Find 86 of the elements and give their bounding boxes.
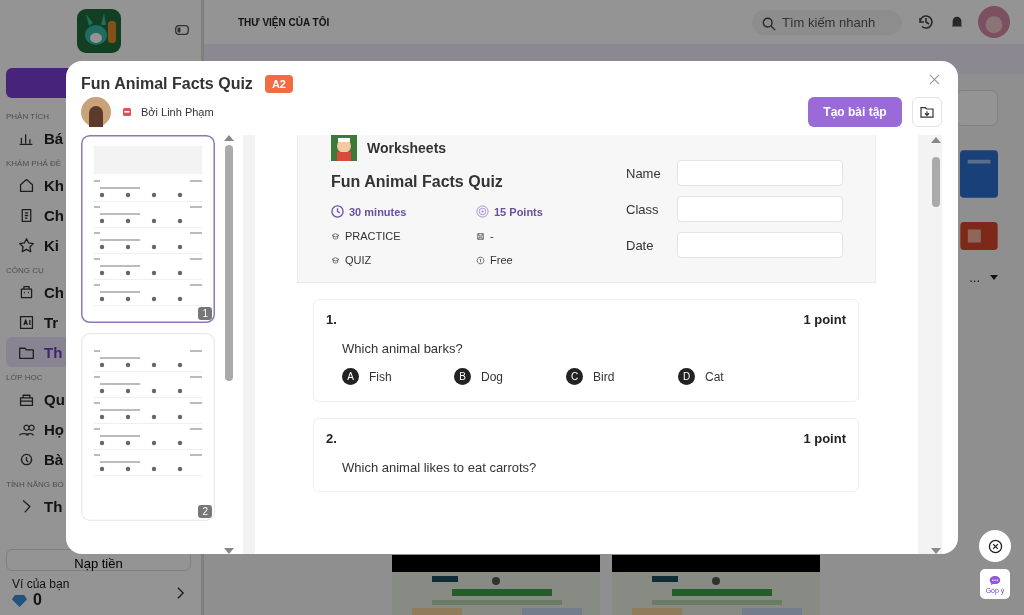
slides-icon [960,222,998,250]
meta-label: Free [490,254,513,266]
brand-name: Worksheets [367,140,447,156]
page-number: 1 [198,307,212,320]
meta-label: QUIZ [345,254,372,266]
scroll-down-icon[interactable] [224,548,234,554]
dialog-title: Fun Animal Facts Quiz [81,75,253,93]
search-field[interactable]: Tìm kiếm nhanh [752,9,902,35]
nav-item[interactable]: Ch [6,200,191,230]
nav-item[interactable]: Ch [6,277,191,307]
input-field[interactable] [677,196,843,222]
gem-icon [12,592,27,608]
nav-item[interactable]: Th [6,491,191,521]
scroll-thumb[interactable] [932,157,940,207]
nav-item[interactable]: Kh [6,170,191,200]
nav-item[interactable]: Bà [6,444,191,474]
app-logo[interactable] [76,9,121,53]
points-total: 15 Points [494,205,543,218]
star-icon [18,236,35,254]
section-heading: LỚP HỌC [6,373,44,382]
chevron-icon [176,586,185,600]
target-icon [476,205,489,218]
option-text: Fish [369,369,392,384]
avatar[interactable] [978,6,1010,38]
wallet-balance: 0 [33,591,42,609]
scroll-up-icon[interactable] [931,137,941,143]
meta-label: - [490,230,494,242]
save-button[interactable] [912,97,942,127]
scroll-down-icon[interactable] [931,548,941,554]
worksheet-title: Fun Animal Facts Quiz [331,173,504,191]
option-text: Cat [705,369,724,384]
question-text: Which animal barks? [342,341,464,356]
download-folder-icon [920,106,934,118]
close-button[interactable] [979,530,1011,562]
sidebar-toggle-icon[interactable] [175,25,189,35]
question-number: 2. [326,431,337,446]
nav-item[interactable]: Họ [6,414,191,444]
dropdown-text[interactable]: ... [969,270,980,285]
option-letter: A [342,368,359,385]
meta-icon [476,231,485,241]
pdf-icon [123,108,131,116]
duration: 30 minutes [349,205,407,218]
wallet-label: Ví của bạn [12,577,70,591]
author-avatar [81,97,111,127]
clock-icon [331,205,344,218]
nav-item[interactable]: Qu [6,384,191,414]
create-assignment-button[interactable]: Tạo bài tập [808,97,902,127]
field-label: Name [626,165,662,181]
nav-item[interactable]: Tr [6,307,191,337]
option-letter: D [678,368,695,385]
question-points: 1 point [803,431,846,446]
history-icon[interactable] [916,12,936,32]
close-icon[interactable] [929,73,940,85]
input-field[interactable] [677,160,843,186]
question-points: 1 point [803,312,846,327]
close-icon [987,538,1003,554]
input-field[interactable] [677,232,843,258]
author-name: Bởi Linh Phạm [141,106,214,118]
ai-icon [18,313,35,331]
option-letter: B [454,368,471,385]
meta-icon [331,231,340,241]
option-text: Dog [481,369,503,384]
search-icon [762,16,776,31]
meta-icon [476,255,485,265]
meta-icon [331,255,340,265]
page-thumbnail[interactable] [81,135,215,323]
question-text: Which animal likes to eat carrots? [342,460,538,475]
chat-icon [989,574,1001,586]
bell-icon[interactable] [950,15,964,29]
nav-item[interactable]: Bá [6,123,191,153]
option-text: Bird [593,369,615,384]
input-field[interactable] [956,90,998,126]
level-badge: A2 [264,75,293,93]
page-number: 2 [198,505,212,518]
option-letter: C [566,368,583,385]
question-number: 1. [326,312,337,327]
meta-label: PRACTICE [345,230,401,242]
page-title: THƯ VIỆN CỦA TÔI [238,16,331,28]
field-label: Date [626,237,655,253]
wallet-panel[interactable]: Ví của bạn 0 [6,571,191,615]
nav-item[interactable]: Ki [6,230,191,260]
home-icon [18,176,35,194]
scroll-thumb[interactable] [225,145,233,381]
section-heading: TÍNH NĂNG BỔ [6,480,65,489]
caret-icon [990,275,998,280]
field-label: Class [626,201,660,217]
